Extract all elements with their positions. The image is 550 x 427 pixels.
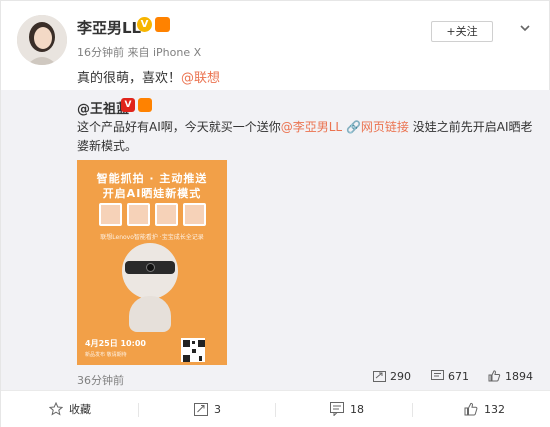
author-avatar[interactable] [17,15,67,65]
repost-comment-number: 671 [448,370,469,383]
post-meta: 16分钟前 来自 iPhone X [77,44,201,60]
baby-photo [99,203,122,226]
repost-repost-number: 290 [390,370,411,383]
repost-button[interactable]: 3 [194,391,221,427]
follow-button[interactable]: +关注 [431,21,493,42]
product-poster-image[interactable]: 智能抓拍 · 主动推送 开启AI晒娃新模式 联想Lenovo智能看护 ·宝宝成长… [77,160,227,365]
repost-comment-count[interactable]: 671 [431,370,469,383]
poster-headline-1: 智能抓拍 · 主动推送 [96,172,208,185]
repost-like-count[interactable]: 1894 [488,370,533,383]
web-link[interactable]: 网页链接 [361,120,409,134]
poster-date: 4月25日 10:00 [85,339,146,348]
qr-code [181,338,205,362]
action-bar: 收藏 3 18 132 [1,390,550,427]
post-mention-link[interactable]: @联想 [181,71,220,86]
divider [412,403,413,417]
repost-text: 这个产品好有AI啊，今天就买一个送你@李亞男LL 🔗网页链接 没娃之前先开启AI… [77,118,537,156]
poster-headline-2: 开启AI晒娃新模式 [102,187,202,200]
repost-text-part1: 这个产品好有AI啊，今天就买一个送你 [77,120,281,134]
comment-icon [431,370,444,380]
chevron-down-icon[interactable] [518,21,532,35]
divider [138,403,139,417]
divider [275,403,276,417]
repost-icon [373,371,386,382]
link-icon: 🔗 [345,120,361,134]
repost-repost-count[interactable]: 290 [373,370,411,383]
weibo-card: 李亞男LL V 16分钟前 来自 iPhone X +关注 真的很萌，喜欢！@联… [0,0,550,427]
post-time[interactable]: 16分钟前 [77,46,124,59]
post-text-body: 真的很萌，喜欢！ [77,71,182,86]
repost-container: @王祖蓝 V 这个产品好有AI啊，今天就买一个送你@李亞男LL 🔗网页链接 没娃… [1,90,550,390]
baby-photo [183,203,206,226]
repost-icon [194,403,208,416]
like-button[interactable]: 132 [464,391,505,427]
comment-icon [330,402,344,417]
favorite-label: 收藏 [69,403,91,416]
verified-icon: V [137,17,152,32]
repost-like-number: 1894 [505,370,533,383]
robot-camera-body [129,296,171,332]
post-text: 真的很萌，喜欢！@联想 [77,67,220,86]
robot-camera-lens [146,263,155,272]
author-name[interactable]: 李亞男LL [77,17,141,38]
comment-count: 18 [350,403,364,416]
poster-small-text: 联想Lenovo智能看护 ·宝宝成长全记录 [100,234,204,241]
post-source: 来自 iPhone X [127,46,202,59]
like-count: 132 [484,403,505,416]
favorite-button[interactable]: 收藏 [48,391,91,427]
follow-label: +关注 [446,25,478,38]
verified-icon: V [121,98,135,112]
baby-photo [155,203,178,226]
thumbs-up-icon [464,402,478,416]
repost-count: 3 [214,403,221,416]
repost-mention-link[interactable]: @李亞男LL [281,120,342,134]
baby-photo [127,203,150,226]
star-icon [48,401,64,416]
level-badge-icon [155,17,170,32]
comment-button[interactable]: 18 [330,391,364,427]
thumbs-up-icon [488,370,501,382]
level-badge-icon [138,98,152,112]
repost-time[interactable]: 36分钟前 [77,372,124,388]
poster-subtext: 新品发布 敬请期待 [85,352,127,358]
